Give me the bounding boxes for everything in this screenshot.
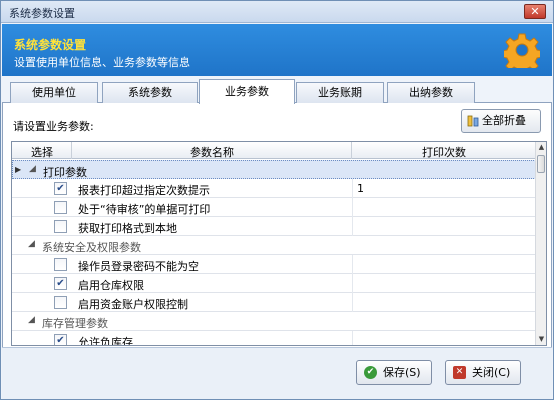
param-checkbox[interactable]: ✔	[54, 277, 67, 290]
tab-strip: 使用单位 系统参数 业务参数 业务账期 出纳参数	[2, 79, 552, 104]
scroll-thumb[interactable]	[537, 155, 545, 173]
settings-window: 系统参数设置 ✕ 系统参数设置 设置使用单位信息、业务参数等信息 使用单位 系统…	[0, 0, 554, 400]
group-label: 库存管理参数	[42, 317, 108, 330]
param-row[interactable]: 处于“待审核”的单据可打印	[12, 198, 536, 217]
param-name: 获取打印格式到本地	[78, 222, 177, 235]
param-checkbox[interactable]	[54, 258, 67, 271]
param-name: 启用资金账户权限控制	[78, 298, 188, 311]
param-name: 报表打印超过指定次数提示	[78, 184, 210, 197]
gear-icon	[504, 33, 540, 68]
params-grid: 选择 参数名称 打印次数 ▶ ◢ 打印参数 ✔ 报表打印超过指定次数提示 1 处	[11, 141, 547, 346]
column-header-select[interactable]: 选择	[22, 144, 62, 160]
param-row[interactable]: 操作员登录密码不能为空	[12, 255, 536, 274]
header-banner: 系统参数设置 设置使用单位信息、业务参数等信息	[2, 24, 552, 76]
column-header-param-name[interactable]: 参数名称	[72, 144, 352, 160]
param-checkbox[interactable]	[54, 201, 67, 214]
collapse-all-label: 全部折叠	[482, 114, 526, 127]
panel-prompt: 请设置业务参数:	[13, 120, 94, 133]
print-count-value[interactable]: 1	[357, 182, 364, 195]
window-close-button[interactable]: ✕	[524, 4, 546, 19]
tab-business-params[interactable]: 业务参数	[199, 79, 295, 104]
param-name: 允许负库存	[78, 336, 133, 346]
group-row-security[interactable]: ◢ 系统安全及权限参数	[12, 236, 536, 255]
close-label: 关闭(C)	[472, 366, 511, 379]
expander-icon[interactable]: ◢	[28, 239, 35, 249]
param-row[interactable]: ✔ 允许负库存	[12, 331, 536, 346]
param-checkbox[interactable]	[54, 296, 67, 309]
param-checkbox[interactable]: ✔	[54, 182, 67, 195]
tab-system-params[interactable]: 系统参数	[102, 82, 198, 103]
banner-description: 设置使用单位信息、业务参数等信息	[14, 56, 190, 69]
param-checkbox[interactable]: ✔	[54, 334, 67, 345]
row-indicator-icon: ▶	[15, 165, 22, 174]
expander-icon[interactable]: ◢	[28, 315, 35, 325]
group-label: 打印参数	[43, 166, 87, 179]
scroll-down-icon[interactable]: ▼	[536, 334, 546, 345]
group-row-inventory[interactable]: ◢ 库存管理参数	[12, 312, 536, 331]
tab-panel: 请设置业务参数: 全部折叠 选择 参数名称 打印次数 ▶ ◢ 打印参数 ✔ 报表…	[2, 103, 552, 347]
banner-title: 系统参数设置	[14, 38, 87, 52]
dialog-footer: ✔ 保存(S) ✕ 关闭(C)	[2, 347, 552, 399]
param-name: 操作员登录密码不能为空	[78, 260, 199, 273]
param-name: 处于“待审核”的单据可打印	[78, 203, 211, 216]
close-button[interactable]: ✕ 关闭(C)	[445, 360, 521, 385]
group-row-print-params[interactable]: ▶ ◢ 打印参数	[12, 160, 536, 179]
window-title: 系统参数设置	[9, 7, 75, 20]
param-row[interactable]: ✔ 报表打印超过指定次数提示 1	[12, 179, 536, 198]
save-button[interactable]: ✔ 保存(S)	[356, 360, 432, 385]
tab-cashier-params[interactable]: 出纳参数	[387, 82, 475, 103]
expander-icon[interactable]: ◢	[29, 164, 36, 174]
close-icon: ✕	[453, 366, 466, 379]
tab-business-period[interactable]: 业务账期	[296, 82, 384, 103]
grid-header: 选择 参数名称 打印次数	[12, 142, 536, 159]
tab-usage-unit[interactable]: 使用单位	[10, 82, 98, 103]
vertical-scrollbar[interactable]: ▲ ▼	[535, 142, 546, 345]
param-row[interactable]: ✔ 启用仓库权限	[12, 274, 536, 293]
param-row[interactable]: 启用资金账户权限控制	[12, 293, 536, 312]
param-checkbox[interactable]	[54, 220, 67, 233]
save-label: 保存(S)	[383, 366, 421, 379]
param-name: 启用仓库权限	[78, 279, 144, 292]
param-row[interactable]: 获取打印格式到本地	[12, 217, 536, 236]
group-label: 系统安全及权限参数	[42, 241, 141, 254]
scroll-up-icon[interactable]: ▲	[536, 142, 546, 153]
column-header-print-count[interactable]: 打印次数	[352, 144, 536, 160]
check-icon: ✔	[364, 366, 377, 379]
collapse-icon	[467, 115, 479, 127]
collapse-all-button[interactable]: 全部折叠	[461, 109, 541, 133]
title-bar[interactable]: 系统参数设置 ✕	[1, 1, 553, 23]
